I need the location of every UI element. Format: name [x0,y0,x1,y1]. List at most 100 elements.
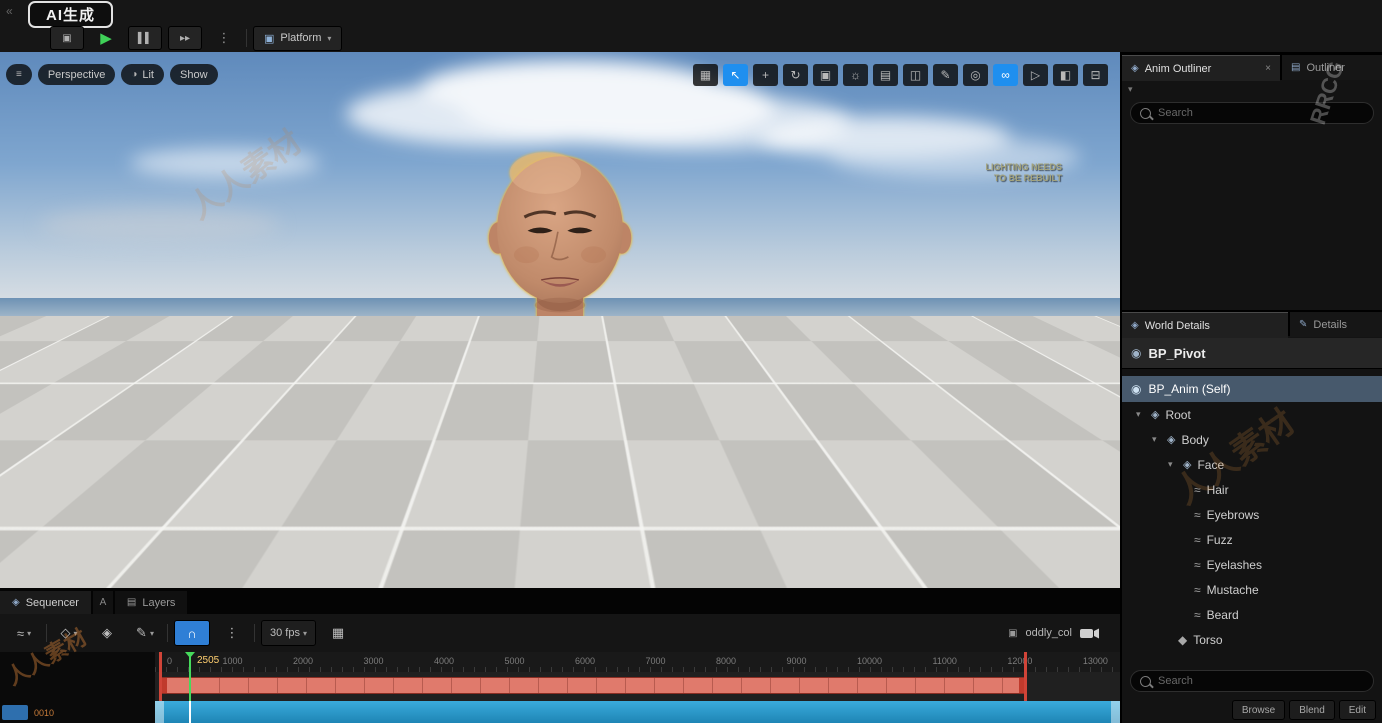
tab-outliner[interactable]: ▤ Outliner [1282,55,1382,80]
groom-icon: ≈ [1194,533,1201,547]
tab-layers[interactable]: ▤ Layers [115,591,187,614]
tree-row-eyelashes[interactable]: ≈ Eyelashes [1122,552,1382,577]
platform-label: Platform [280,32,321,44]
blend-button[interactable]: Blend [1289,700,1335,720]
tab-anim-outliner-label: Anim Outliner [1145,63,1212,75]
time-ruler[interactable]: 01000 20003000 40005000 60007000 8000900… [155,652,1120,673]
groom-icon: ≈ [1194,583,1201,597]
tree-row-label: Face [1197,458,1224,472]
play-options-menu[interactable]: ⋮ [208,27,240,49]
tree-row-label: Hair [1207,483,1229,497]
viewport-options-menu[interactable]: ≡ [6,64,32,85]
layers-icon[interactable]: ◫ [903,64,928,86]
scene-component-icon: ◈ [1151,408,1159,421]
keyframe-options-button[interactable]: ◇ ▾ [53,621,85,645]
outliner-search-input[interactable]: Search [1130,102,1374,124]
tree-row-hair[interactable]: ≈ Hair [1122,477,1382,502]
edit-icon[interactable]: ✎ [933,64,958,86]
add-keyframe-button[interactable]: ◈ [91,621,123,645]
toolbar-divider [167,624,168,642]
perspective-dropdown[interactable]: Perspective [38,64,115,85]
keyframe-outline-icon: ◇ [60,625,70,641]
play-preview-icon[interactable]: ▷ [1023,64,1048,86]
fps-dropdown[interactable]: 30 fps ▾ [261,620,316,646]
tree-row-eyebrows[interactable]: ≈ Eyebrows [1122,502,1382,527]
caret-icon[interactable]: ▾ [1152,434,1161,445]
pause-button[interactable]: ▌▌ [128,26,162,50]
browse-button[interactable]: Browse [1232,700,1285,720]
range-slider[interactable] [155,701,1120,723]
pin-tab-button[interactable]: A [93,591,113,614]
sequencer-icon: ◈ [12,597,20,608]
close-icon[interactable]: × [1265,63,1271,74]
snap-options-menu[interactable]: ⋮ [216,621,248,645]
range-badge: 0010 [34,708,54,718]
back-icon[interactable]: « [6,4,13,18]
camera-icon[interactable] [1080,627,1100,640]
ai-generated-label: AI生成 [46,4,95,25]
lit-mode-icon[interactable]: ☼ [843,64,868,86]
rotate-icon[interactable]: ↻ [783,64,808,86]
tree-row-label: Eyelashes [1207,558,1262,572]
axis-gizmo [4,538,48,580]
scale-icon[interactable]: ▣ [813,64,838,86]
tree-row-beard[interactable]: ≈ Beard [1122,602,1382,627]
caret-icon[interactable]: ▾ [1136,409,1145,420]
tree-row-fuzz[interactable]: ≈ Fuzz [1122,527,1382,552]
lit-mode-dropdown[interactable]: ◑ Lit [121,64,164,85]
step-forward-button[interactable]: ▸▸ [168,26,202,50]
bp-pivot-label: BP_Pivot [1148,346,1205,361]
fps-label: 30 fps [270,627,300,639]
tree-row-torso[interactable]: ◆ Torso [1122,627,1382,652]
playhead-line[interactable] [189,652,191,701]
platform-dropdown[interactable]: ▣ Platform ▾ [253,26,342,51]
details-search-input[interactable]: Search [1130,670,1374,692]
viewport-3d[interactable]: ≡ Perspective ◑ Lit Show ▦ ↖ + ↻ ▣ ☼ ▤ ◫… [0,52,1120,588]
site-watermark-text: 技艺学习素材网 ｗｗｗ．ｊｙ３ｄ．ｃｎ [303,348,816,385]
move-icon[interactable]: + [753,64,778,86]
snap-toggle-button[interactable]: ∩ [174,620,210,646]
tree-row-mustache[interactable]: ≈ Mustache [1122,577,1382,602]
current-frame-label: 2505 [197,655,219,666]
tab-sequencer[interactable]: ◈ Sequencer [0,591,91,614]
sequence-name[interactable]: oddly_col [1026,627,1072,639]
curve-filter-button[interactable]: ≈ ▾ [8,621,40,645]
toolbar-divider [246,29,247,47]
track-list-area[interactable]: 0010 [0,652,156,723]
focus-icon[interactable]: ◎ [963,64,988,86]
caret-icon[interactable]: ▾ [1168,459,1177,470]
select-icon[interactable]: ↖ [723,64,748,86]
tab-anim-outliner[interactable]: ◈ Anim Outliner × [1122,55,1280,81]
range-out-marker[interactable] [1024,652,1027,701]
link-icon[interactable]: ∞ [993,64,1018,86]
collapse-icon[interactable]: ⊟ [1083,64,1108,86]
curve-editor-button[interactable]: ▦ [322,621,354,645]
sequencer-toolbar: ≈ ▾ ◇ ▾ ◈ ✎ ▾ ∩ ⋮ 30 fps ▾ ▦ ▣ oddly_col [0,614,1120,652]
chevron-down-icon: ▾ [27,629,31,638]
bp-pivot-row[interactable]: ◉ BP_Pivot [1122,338,1382,369]
perspective-label: Perspective [48,69,105,81]
snap-grid-icon[interactable]: ▦ [693,64,718,86]
animation-section-bar[interactable] [160,677,1026,694]
chevron-down-icon: ▾ [73,629,77,638]
tab-details[interactable]: ✎ Details [1290,312,1382,337]
view-modes-icon[interactable]: ▤ [873,64,898,86]
timeline-lock-button[interactable] [2,705,28,720]
editor-window-icon[interactable]: ▣ [50,26,84,50]
show-flags-dropdown[interactable]: Show [170,64,218,85]
chevron-down-icon[interactable]: ▾ [1128,84,1133,95]
play-button[interactable]: ▶ [90,27,122,49]
tree-row-face[interactable]: ▾ ◈ Face [1122,452,1382,477]
auto-key-button[interactable]: ✎ ▾ [129,621,161,645]
range-in-marker[interactable] [159,652,162,701]
tree-row-selected[interactable]: ◉ BP_Anim (Self) [1122,376,1382,402]
tab-world-details[interactable]: ◈ World Details [1122,312,1288,338]
camera-speed-icon[interactable]: ◧ [1053,64,1078,86]
toolbar-divider [254,624,255,642]
track-lane[interactable] [155,672,1120,701]
edit-button[interactable]: Edit [1339,700,1376,720]
timeline: 0010 01000 20003000 40005000 60007000 80… [0,652,1120,723]
tree-row-body[interactable]: ▾ ◈ Body [1122,427,1382,452]
curve-icon: ≈ [17,626,24,641]
tree-row-root[interactable]: ▾ ◈ Root [1122,402,1382,427]
